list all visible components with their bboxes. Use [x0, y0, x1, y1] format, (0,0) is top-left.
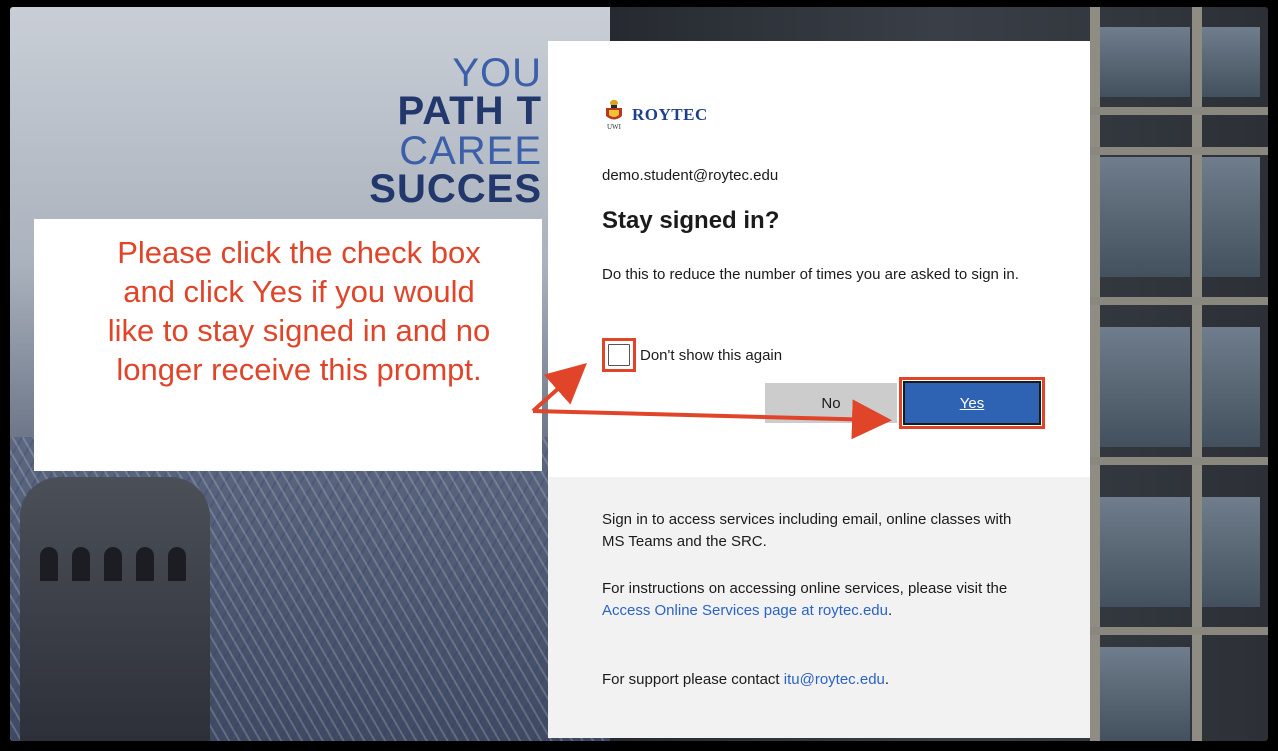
poster-line-3: CAREE: [399, 129, 542, 173]
instruction-callout: Please click the check box and click Yes…: [34, 219, 542, 471]
poster-line-4: SUCCES: [369, 167, 542, 211]
instruction-line-1: Please click the check box: [117, 235, 481, 270]
uwi-caption: UWI: [607, 123, 622, 131]
stay-signed-in-dialog: UWI ROYTEC demo.student@roytec.edu Stay …: [548, 41, 1090, 738]
instruction-line-2: and click Yes if you would: [123, 274, 475, 309]
building-dome-image: [20, 477, 210, 741]
account-email: demo.student@roytec.edu: [602, 167, 779, 184]
poster-line-2: PATH T: [397, 89, 542, 133]
dont-show-again-row: Don't show this again: [602, 338, 782, 372]
access-online-services-link[interactable]: Access Online Services page at roytec.ed…: [602, 602, 888, 619]
instruction-line-3: like to stay signed in and no: [107, 313, 491, 348]
instruction-text: Please click the check box and click Yes…: [34, 233, 564, 389]
poster-line-1: YOU: [452, 51, 542, 95]
dialog-title: Stay signed in?: [602, 207, 780, 234]
dialog-main-panel: UWI ROYTEC demo.student@roytec.edu Stay …: [548, 41, 1090, 477]
roytec-logo: UWI ROYTEC: [602, 97, 708, 133]
info-p3-prefix: For support please contact: [602, 671, 784, 688]
info-paragraph-1: Sign in to access services including ema…: [602, 511, 1012, 550]
dont-show-again-checkbox[interactable]: [608, 344, 630, 366]
no-button[interactable]: No: [765, 383, 897, 423]
checkbox-label[interactable]: Don't show this again: [640, 347, 782, 364]
instruction-line-4: longer receive this prompt.: [116, 352, 482, 387]
screenshot-frame: YOU PATH T CAREE SUCCES Please click the…: [10, 7, 1268, 741]
support-email-link[interactable]: itu@roytec.edu: [784, 671, 885, 688]
info-paragraph-3: For support please contact itu@roytec.ed…: [602, 669, 1022, 691]
info-p2-suffix: .: [887, 602, 893, 619]
brand-name: ROYTEC: [632, 105, 708, 124]
dialog-description: Do this to reduce the number of times yo…: [602, 266, 1019, 283]
dialog-info-panel: Sign in to access services including ema…: [548, 477, 1090, 738]
info-p3-suffix: .: [884, 671, 890, 688]
info-p2-prefix: For instructions on accessing online ser…: [602, 580, 1008, 597]
checkbox-highlight-box: [602, 338, 636, 372]
yes-button[interactable]: Yes: [903, 381, 1041, 425]
info-paragraph-2: For instructions on accessing online ser…: [602, 578, 1022, 622]
uwi-crest-icon: UWI: [606, 99, 622, 131]
